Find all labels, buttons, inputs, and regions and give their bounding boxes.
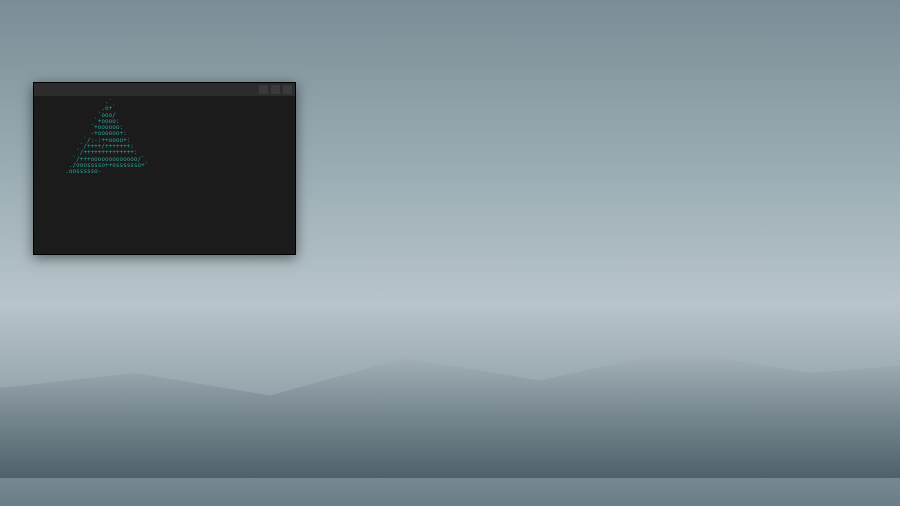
terminal-titlebar[interactable]	[34, 83, 295, 96]
min-icon[interactable]	[259, 85, 268, 94]
ascii-logo: -` .o+` `ooo/ `+oooo: `+oooooo: -+oooooo…	[40, 100, 148, 176]
terminal-window[interactable]: -` .o+` `ooo/ `+oooo: `+oooooo: -+oooooo…	[33, 82, 296, 255]
max-icon[interactable]	[271, 85, 280, 94]
close-icon[interactable]	[283, 85, 292, 94]
terminal-body[interactable]: -` .o+` `ooo/ `+oooo: `+oooooo: -+oooooo…	[34, 96, 295, 180]
